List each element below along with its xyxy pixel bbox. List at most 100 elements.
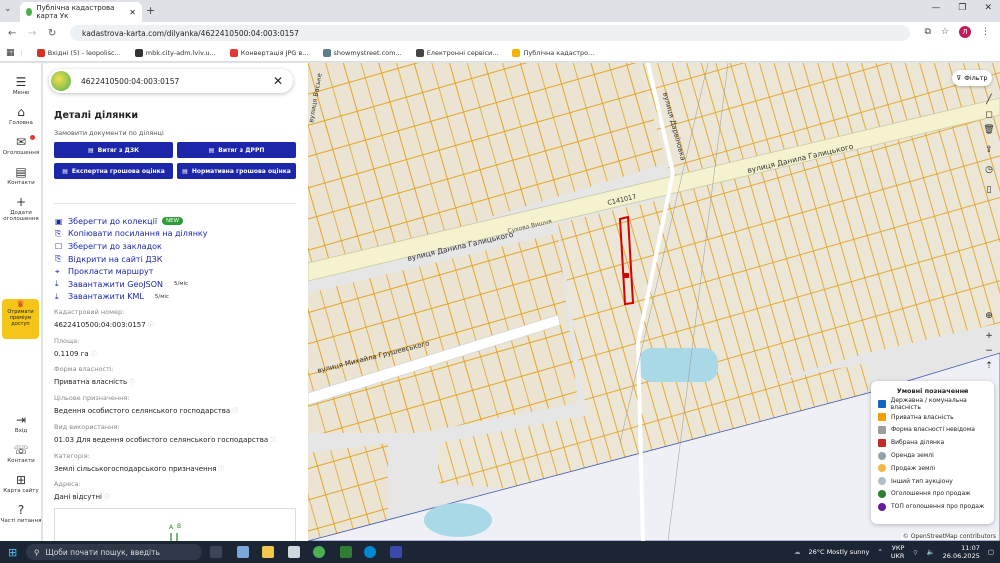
notifications-icon[interactable]: ▢ [988,548,994,556]
app-icon[interactable] [288,546,300,558]
bookmark-icon[interactable]: ▯ [982,185,996,195]
close-icon[interactable]: ✕ [273,74,283,88]
info-icon[interactable]: ⓘ [268,437,276,444]
expert-valuation-button[interactable]: ▤ Експертна грошова оцінка [54,163,173,179]
legend-item[interactable]: Державна / комунальна власність [871,397,994,411]
legend-item[interactable]: Приватна власність [871,411,994,424]
locate-icon[interactable]: ⊕ [982,311,996,321]
history-icon[interactable]: ◷ [982,165,996,175]
language-indicator[interactable]: УКР UKR [891,544,905,560]
nav-phone[interactable]: ☏ Контакти [0,443,42,464]
info-icon[interactable]: ⓘ [89,351,97,358]
action-item[interactable]: ⌖ Прокласти маршрут [55,265,208,278]
nav-home[interactable]: ⌂ Головна [0,105,42,126]
nav-ads[interactable]: ✉ Оголошення [0,135,42,156]
nav-sitemap[interactable]: ⊞ Карта сайту [0,473,42,494]
bookmark-item[interactable]: Публічна кадастро... [512,48,594,57]
edge-icon[interactable] [364,546,376,558]
task-view-icon[interactable] [210,546,222,558]
tab-close-icon[interactable]: ✕ [129,8,136,17]
tab-search-icon[interactable]: ⌄ [4,4,12,14]
network-icon[interactable]: ⌔ [912,548,918,557]
forward-icon[interactable]: → [28,28,40,39]
legend-item[interactable]: Вибрана ділянка [871,436,994,449]
field-value[interactable]: Дані відсутні [54,493,102,501]
browser-tab[interactable]: Публічна кадастрова карта Ук ✕ [20,2,142,22]
legend-item[interactable]: ТОП оголошення про продаж [871,500,994,513]
info-icon[interactable]: ⓘ [216,466,224,473]
info-icon[interactable]: ⓘ [146,322,154,329]
file-explorer-icon[interactable] [262,546,274,558]
chrome-icon[interactable] [313,546,325,558]
start-icon[interactable]: ⊞ [8,546,17,559]
bookmark-item[interactable]: showmystreet.com... [322,48,402,57]
info-icon[interactable]: ⓘ [127,379,135,386]
tray-chevron-icon[interactable]: ⌃ [877,548,882,556]
draw-polygon-icon[interactable]: ◻ [982,110,996,120]
nav-login[interactable]: ⇥ Вхід [0,413,42,434]
app-icon[interactable] [390,546,402,558]
nav-contacts[interactable]: ▤ Контакти [0,165,42,186]
drrp-extract-button[interactable]: ▤ Витяг з ДРРП [177,142,296,158]
legend-item[interactable]: Оренда землі [871,449,994,462]
info-icon[interactable]: ⓘ [230,408,238,415]
bookmark-item[interactable]: mbk.city-adm.lviv.u... [134,48,216,57]
legend-label: Форма власності невідома [891,426,975,434]
field-value[interactable]: Приватна власність [54,378,127,386]
minimize-icon[interactable]: — [931,3,940,13]
premium-button[interactable]: ♛ Отримати преміум доступ [2,299,39,339]
new-tab-icon[interactable]: + [146,4,155,17]
bookmark-item[interactable]: Електронні сервіси... [415,48,498,57]
filter-button[interactable]: ⊽ Фільтр [952,70,992,86]
address-bar[interactable]: kadastrova-karta.com/dilyanka/4622410500… [70,25,910,41]
browser-menu-icon[interactable]: ⋮ [981,27,990,37]
nav-add-ad[interactable]: + Додати оголошення [0,195,42,222]
volume-icon[interactable]: 🔈 [927,548,935,556]
action-item[interactable]: ⤓ Завантажити KML 5/міс [55,291,208,304]
info-icon[interactable]: ⓘ [102,494,110,501]
compass-icon[interactable]: ⇡ [982,361,996,371]
draw-line-icon[interactable]: ╱ [982,95,996,105]
legend-item[interactable]: Оголошення про продаж [871,488,994,501]
taskbar-search[interactable]: ⚲ Щоби почати пошук, введіть [26,544,202,560]
zoom-out-icon[interactable]: − [982,346,996,356]
share-icon[interactable]: ⇪ [982,145,996,155]
bookmark-item[interactable]: Конвертація JPG в... [229,48,309,57]
action-item[interactable]: ⎘ Відкрити на сайті ДЗК [55,253,208,266]
reload-icon[interactable]: ↻ [48,28,60,39]
bookmark-star-icon[interactable]: ☆ [941,27,949,37]
legend-item[interactable]: Форма власності невідома [871,424,994,437]
action-item[interactable]: ⤓ Завантажити GeoJSON 5/міс [55,278,208,291]
legend-item[interactable]: Інший тип аукціону [871,475,994,488]
install-app-icon[interactable]: ⧉ [924,27,930,37]
parcel-search-bar[interactable]: 4622410500:04:003:0157 ✕ [49,69,293,93]
action-item[interactable]: ☐ Зберегти до закладок [55,240,208,253]
clock[interactable]: 11:07 26.06.2025 [943,544,980,560]
delete-icon[interactable]: 🗑 [982,125,996,135]
field-value[interactable]: Ведення особистого селянського господарс… [54,407,230,415]
nav-menu[interactable]: ☰ Меню [0,75,42,96]
field-value[interactable]: 0.1109 га [54,350,89,358]
apps-grid-icon[interactable]: ▦ [6,48,15,58]
action-item[interactable]: ⎘ Копіювати посилання на ділянку [55,228,208,241]
map-attribution[interactable]: © OpenStreetMap contributors [900,533,998,540]
profile-avatar[interactable]: Л [959,26,971,38]
back-icon[interactable]: ← [8,28,20,39]
weather-text[interactable]: 26°C Mostly sunny [808,548,869,556]
app-icon[interactable] [340,546,352,558]
maximize-icon[interactable]: ❐ [958,3,966,13]
window-close-icon[interactable]: ✕ [984,3,992,13]
app-icon[interactable] [237,546,249,558]
action-item[interactable]: ▣ Зберегти до колекції NEW [55,215,208,228]
field-value[interactable]: 01.03 Для ведення особистого селянського… [54,436,268,444]
legend-item[interactable]: Продаж землі [871,462,994,475]
field-value[interactable]: Землі сільськогосподарського призначення [54,465,216,473]
field-value[interactable]: 4622410500:04:003:0157 [54,321,146,329]
nav-help[interactable]: ? Часті питання [0,503,42,524]
zoom-in-icon[interactable]: + [982,331,996,341]
bookmark-item[interactable]: Вхідні (5) - leopolisc... [36,48,121,57]
normative-valuation-button[interactable]: ▤ Нормативна грошова оцінка [177,163,296,179]
dzk-extract-button[interactable]: ▤ Витяг з ДЗК [54,142,173,158]
action-label: Прокласти маршрут [68,267,154,277]
collapse-chevron-icon[interactable]: ‹ [963,387,966,395]
